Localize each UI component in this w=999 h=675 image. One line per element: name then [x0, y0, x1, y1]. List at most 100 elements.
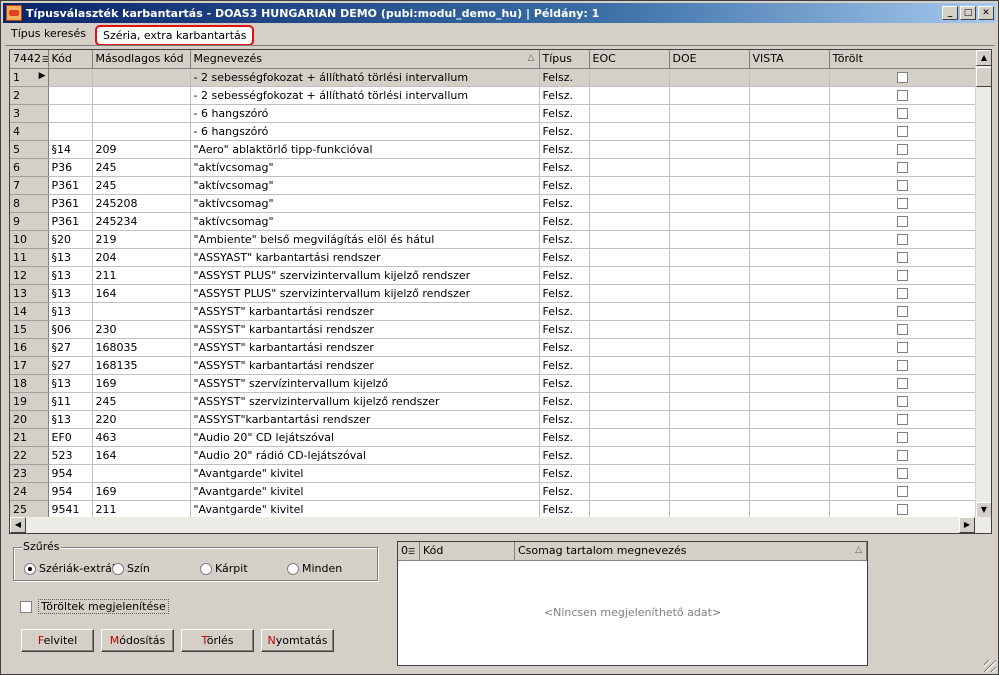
cell-vista[interactable]	[749, 464, 830, 483]
cell-eoc[interactable]	[589, 248, 670, 267]
cell-vista[interactable]	[749, 320, 830, 339]
cell-vista[interactable]	[749, 140, 830, 159]
radio-upholstery[interactable]: Kárpit	[200, 562, 248, 575]
table-row[interactable]: 5 §14 209 "Aero" ablaktörlő tipp-funkcióval…	[10, 140, 977, 159]
cell-name[interactable]: "ASSYST" karbantartási rendszer	[190, 320, 540, 339]
col-header-secondary-code[interactable]: Másodlagos kód	[92, 50, 191, 69]
cell-eoc[interactable]	[589, 194, 670, 213]
row-number[interactable]: 1 ▶	[10, 68, 49, 87]
cell-deleted[interactable]	[829, 338, 977, 357]
cell-code[interactable]: P361	[48, 194, 93, 213]
cell-secondary-code[interactable]: 164	[92, 446, 191, 465]
cell-deleted[interactable]	[829, 194, 977, 213]
modify-button[interactable]: Módosítás	[101, 629, 174, 652]
cell-code[interactable]: P361	[48, 212, 93, 231]
cell-doe[interactable]	[669, 86, 750, 105]
scroll-right-button[interactable]: ▶	[959, 517, 975, 533]
cell-doe[interactable]	[669, 482, 750, 501]
cell-secondary-code[interactable]: 164	[92, 284, 191, 303]
cell-type[interactable]: Felsz.	[539, 500, 590, 519]
cell-code[interactable]: 523	[48, 446, 93, 465]
scroll-left-button[interactable]: ◀	[10, 517, 26, 533]
cell-doe[interactable]	[669, 194, 750, 213]
cell-secondary-code[interactable]: 211	[92, 500, 191, 519]
subgrid-row-count-header[interactable]: 0☰	[398, 542, 420, 560]
cell-type[interactable]: Felsz.	[539, 374, 590, 393]
table-row[interactable]: 24 954 169 "Avantgarde" kivitel Felsz.	[10, 482, 977, 501]
horizontal-scrollbar[interactable]: ◀ ▶	[10, 517, 991, 533]
row-number[interactable]: 10	[10, 230, 49, 249]
cell-eoc[interactable]	[589, 230, 670, 249]
cell-name[interactable]: "ASSYST" szervízintervallum kijelző	[190, 374, 540, 393]
radio-dot[interactable]	[200, 562, 212, 575]
row-number[interactable]: 20	[10, 410, 49, 429]
cell-secondary-code[interactable]: 230	[92, 320, 191, 339]
cell-doe[interactable]	[669, 248, 750, 267]
cell-code[interactable]: 954	[48, 464, 93, 483]
tab-series-extra[interactable]: Széria, extra karbantartás	[94, 25, 255, 46]
cell-type[interactable]: Felsz.	[539, 428, 590, 447]
table-row[interactable]: 1 ▶ - 2 sebességfokozat + állítható törlés…	[10, 68, 977, 87]
cell-name[interactable]: "Avantgarde" kivitel	[190, 500, 540, 519]
deleted-checkbox[interactable]	[897, 306, 908, 317]
row-number[interactable]: 21	[10, 428, 49, 447]
cell-doe[interactable]	[669, 374, 750, 393]
deleted-checkbox[interactable]	[897, 432, 908, 443]
cell-secondary-code[interactable]: 245208	[92, 194, 191, 213]
cell-vista[interactable]	[749, 176, 830, 195]
scroll-up-button[interactable]: ▲	[976, 50, 991, 66]
cell-eoc[interactable]	[589, 104, 670, 123]
deleted-checkbox[interactable]	[897, 252, 908, 263]
cell-secondary-code[interactable]	[92, 464, 191, 483]
row-number[interactable]: 15	[10, 320, 49, 339]
deleted-checkbox[interactable]	[897, 270, 908, 281]
deleted-checkbox[interactable]	[897, 468, 908, 479]
cell-type[interactable]: Felsz.	[539, 68, 590, 87]
deleted-checkbox[interactable]	[897, 162, 908, 173]
cell-eoc[interactable]	[589, 122, 670, 141]
cell-secondary-code[interactable]	[92, 302, 191, 321]
maximize-button[interactable]: □	[960, 6, 976, 20]
deleted-checkbox[interactable]	[897, 90, 908, 101]
cell-doe[interactable]	[669, 212, 750, 231]
row-number[interactable]: 4	[10, 122, 49, 141]
print-button[interactable]: Nyomtatás	[261, 629, 334, 652]
row-number[interactable]: 13	[10, 284, 49, 303]
cell-code[interactable]	[48, 68, 93, 87]
cell-secondary-code[interactable]: 245	[92, 158, 191, 177]
show-deleted-checkbox[interactable]: Töröltek megjelenítése	[20, 599, 169, 614]
cell-secondary-code[interactable]: 219	[92, 230, 191, 249]
cell-vista[interactable]	[749, 194, 830, 213]
close-button[interactable]: ✕	[978, 6, 994, 20]
cell-deleted[interactable]	[829, 140, 977, 159]
cell-deleted[interactable]	[829, 122, 977, 141]
row-number[interactable]: 24	[10, 482, 49, 501]
cell-deleted[interactable]	[829, 158, 977, 177]
cell-doe[interactable]	[669, 464, 750, 483]
cell-vista[interactable]	[749, 284, 830, 303]
cell-code[interactable]: §06	[48, 320, 93, 339]
cell-vista[interactable]	[749, 338, 830, 357]
cell-vista[interactable]	[749, 428, 830, 447]
cell-deleted[interactable]	[829, 86, 977, 105]
table-row[interactable]: 16 §27 168035 "ASSYST" karbantartási rendsz…	[10, 338, 977, 357]
col-header-eoc[interactable]: EOC	[589, 50, 670, 69]
cell-eoc[interactable]	[589, 86, 670, 105]
cell-code[interactable]: §13	[48, 248, 93, 267]
table-row[interactable]: 13 §13 164 "ASSYST PLUS" szervizintervallum…	[10, 284, 977, 303]
cell-eoc[interactable]	[589, 176, 670, 195]
cell-vista[interactable]	[749, 104, 830, 123]
table-row[interactable]: 2 - 2 sebességfokozat + állítható törlési…	[10, 86, 977, 105]
table-row[interactable]: 9 P361 245234 "aktívcsomag" Felsz.	[10, 212, 977, 231]
cell-doe[interactable]	[669, 392, 750, 411]
cell-deleted[interactable]	[829, 230, 977, 249]
scroll-down-button[interactable]: ▼	[976, 502, 991, 518]
radio-dot[interactable]	[112, 562, 124, 575]
cell-name[interactable]: "Ambiente" belső megvilágítás elöl és há…	[190, 230, 540, 249]
cell-eoc[interactable]	[589, 392, 670, 411]
cell-deleted[interactable]	[829, 248, 977, 267]
cell-code[interactable]: EF0	[48, 428, 93, 447]
row-number[interactable]: 7	[10, 176, 49, 195]
table-row[interactable]: 18 §13 169 "ASSYST" szervízintervallum kije…	[10, 374, 977, 393]
cell-deleted[interactable]	[829, 68, 977, 87]
